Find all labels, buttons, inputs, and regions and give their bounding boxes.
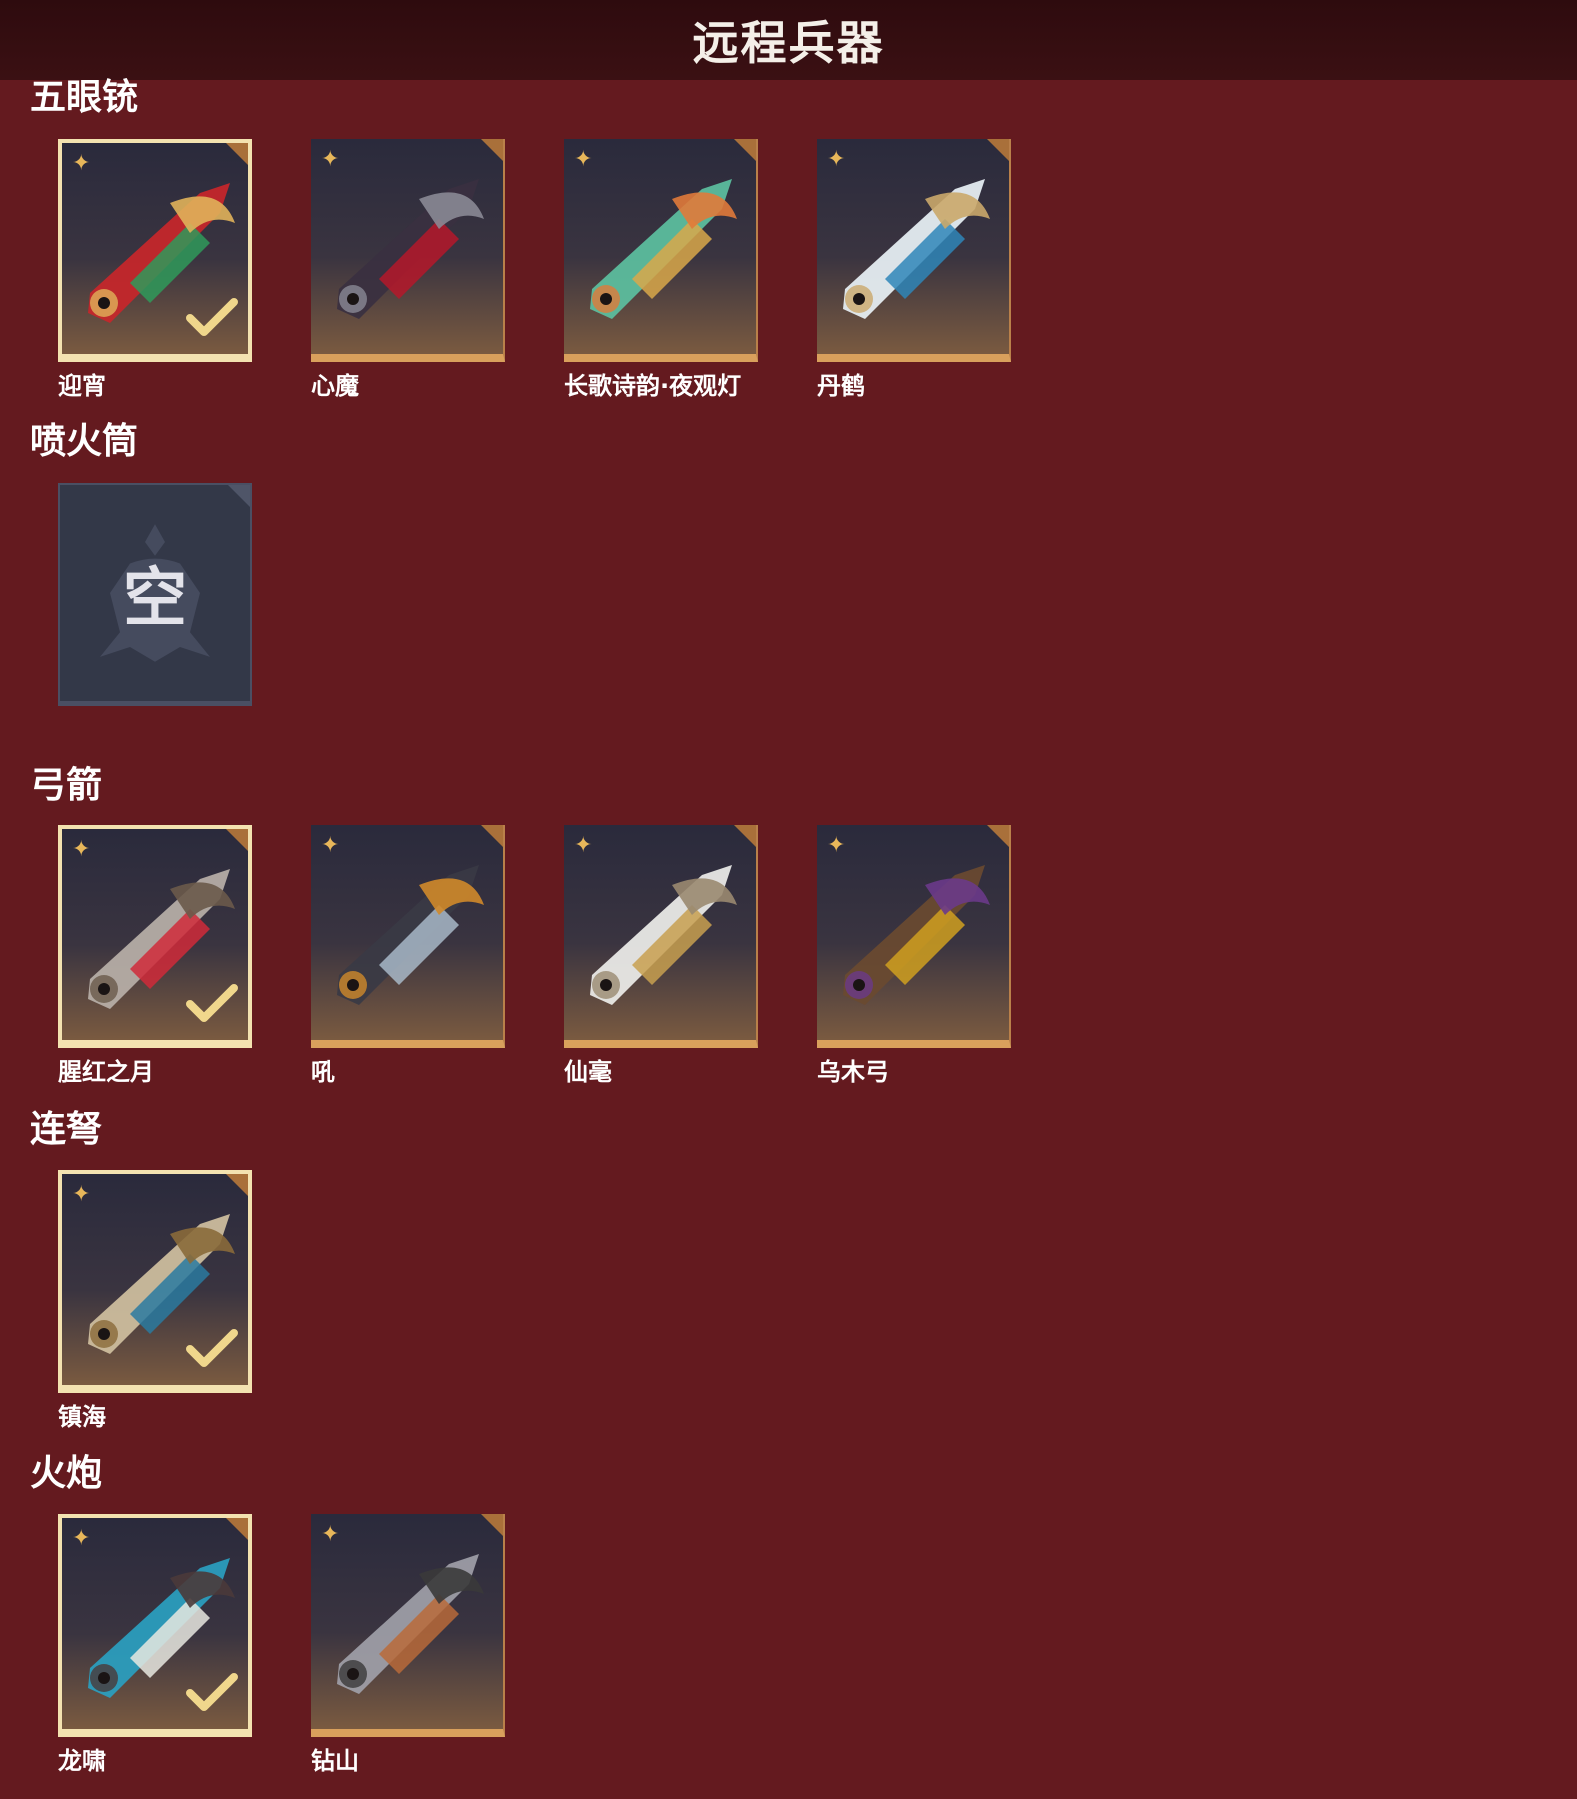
weapon-name: 仙毫: [564, 1058, 612, 1086]
corner-tab-icon: [481, 1514, 503, 1536]
section-title-five-barrel-gun: 五眼铳: [30, 77, 139, 118]
equipped-check-icon: [186, 1673, 238, 1711]
weapon-item[interactable]: ✦ 钻山: [311, 1514, 505, 1776]
weapon-item[interactable]: ✦ 长歌诗韵·夜观灯: [564, 139, 758, 401]
empty-slot-card[interactable]: 空: [58, 483, 252, 706]
equipped-check-icon: [186, 298, 238, 336]
weapon-card[interactable]: ✦: [58, 1170, 252, 1393]
weapon-item[interactable]: ✦ 仙毫: [564, 825, 758, 1087]
weapon-name: 龙啸: [58, 1747, 106, 1775]
equipped-check-icon: [186, 1329, 238, 1367]
weapon-card[interactable]: ✦: [311, 139, 505, 362]
corner-tab-icon: [226, 143, 248, 165]
corner-tab-icon: [481, 139, 503, 161]
weapon-card[interactable]: ✦: [58, 825, 252, 1048]
weapon-item[interactable]: ✦ 乌木弓: [817, 825, 1011, 1087]
weapon-item[interactable]: ✦ 龙啸: [58, 1514, 252, 1776]
weapon-image: [590, 865, 737, 1005]
weapon-image: [337, 1554, 484, 1694]
weapon-name: 吼: [311, 1058, 335, 1086]
weapon-item[interactable]: ✦ 腥红之月: [58, 825, 252, 1087]
corner-tab-icon: [226, 829, 248, 851]
section-title-cannon: 火炮: [30, 1453, 103, 1494]
corner-tab-icon: [226, 1518, 248, 1540]
page-title: 远程兵器: [692, 16, 885, 70]
corner-tab-icon: [734, 825, 756, 847]
weapon-item[interactable]: ✦ 丹鹤: [817, 139, 1011, 401]
section-title-repeating-crossbow: 连弩: [30, 1109, 103, 1150]
weapon-item[interactable]: ✦ 吼: [311, 825, 505, 1087]
section-title-bow: 弓箭: [30, 765, 103, 806]
corner-tab-icon: [987, 825, 1009, 847]
weapon-name: 镇海: [58, 1403, 106, 1431]
weapon-name: 迎宵: [58, 372, 106, 400]
weapon-card[interactable]: ✦: [311, 1514, 505, 1737]
weapon-card[interactable]: ✦: [817, 139, 1011, 362]
weapon-image: [337, 179, 484, 319]
weapon-image: [590, 179, 737, 319]
corner-tab-icon: [734, 139, 756, 161]
section-title-flamethrower: 喷火筒: [30, 421, 139, 462]
corner-tab-icon: [987, 139, 1009, 161]
corner-tab-icon: [226, 1174, 248, 1196]
page-header: 远程兵器: [0, 0, 1577, 80]
weapon-name: 钻山: [311, 1747, 359, 1775]
weapon-name: 乌木弓: [817, 1058, 889, 1086]
weapon-name: 长歌诗韵·夜观灯: [564, 372, 742, 400]
equipped-check-icon: [186, 984, 238, 1022]
weapon-card[interactable]: ✦: [58, 1514, 252, 1737]
weapon-image: [337, 865, 484, 1005]
weapon-item[interactable]: ✦ 迎宵: [58, 139, 252, 401]
weapon-image: [843, 865, 990, 1005]
weapon-card[interactable]: ✦: [817, 825, 1011, 1048]
weapon-name: 丹鹤: [817, 372, 865, 400]
weapon-item[interactable]: ✦ 心魔: [311, 139, 505, 401]
weapon-name: 心魔: [311, 372, 359, 400]
weapon-name: 腥红之月: [58, 1058, 154, 1086]
empty-slot-text: 空: [123, 562, 187, 636]
weapon-card[interactable]: ✦: [564, 139, 758, 362]
empty-slot-item[interactable]: 空: [58, 483, 252, 706]
weapon-card[interactable]: ✦: [564, 825, 758, 1048]
weapon-card[interactable]: ✦: [58, 139, 252, 362]
corner-tab-icon: [481, 825, 503, 847]
weapon-item[interactable]: ✦ 镇海: [58, 1170, 252, 1432]
weapon-card[interactable]: ✦: [311, 825, 505, 1048]
weapon-image: [843, 179, 990, 319]
